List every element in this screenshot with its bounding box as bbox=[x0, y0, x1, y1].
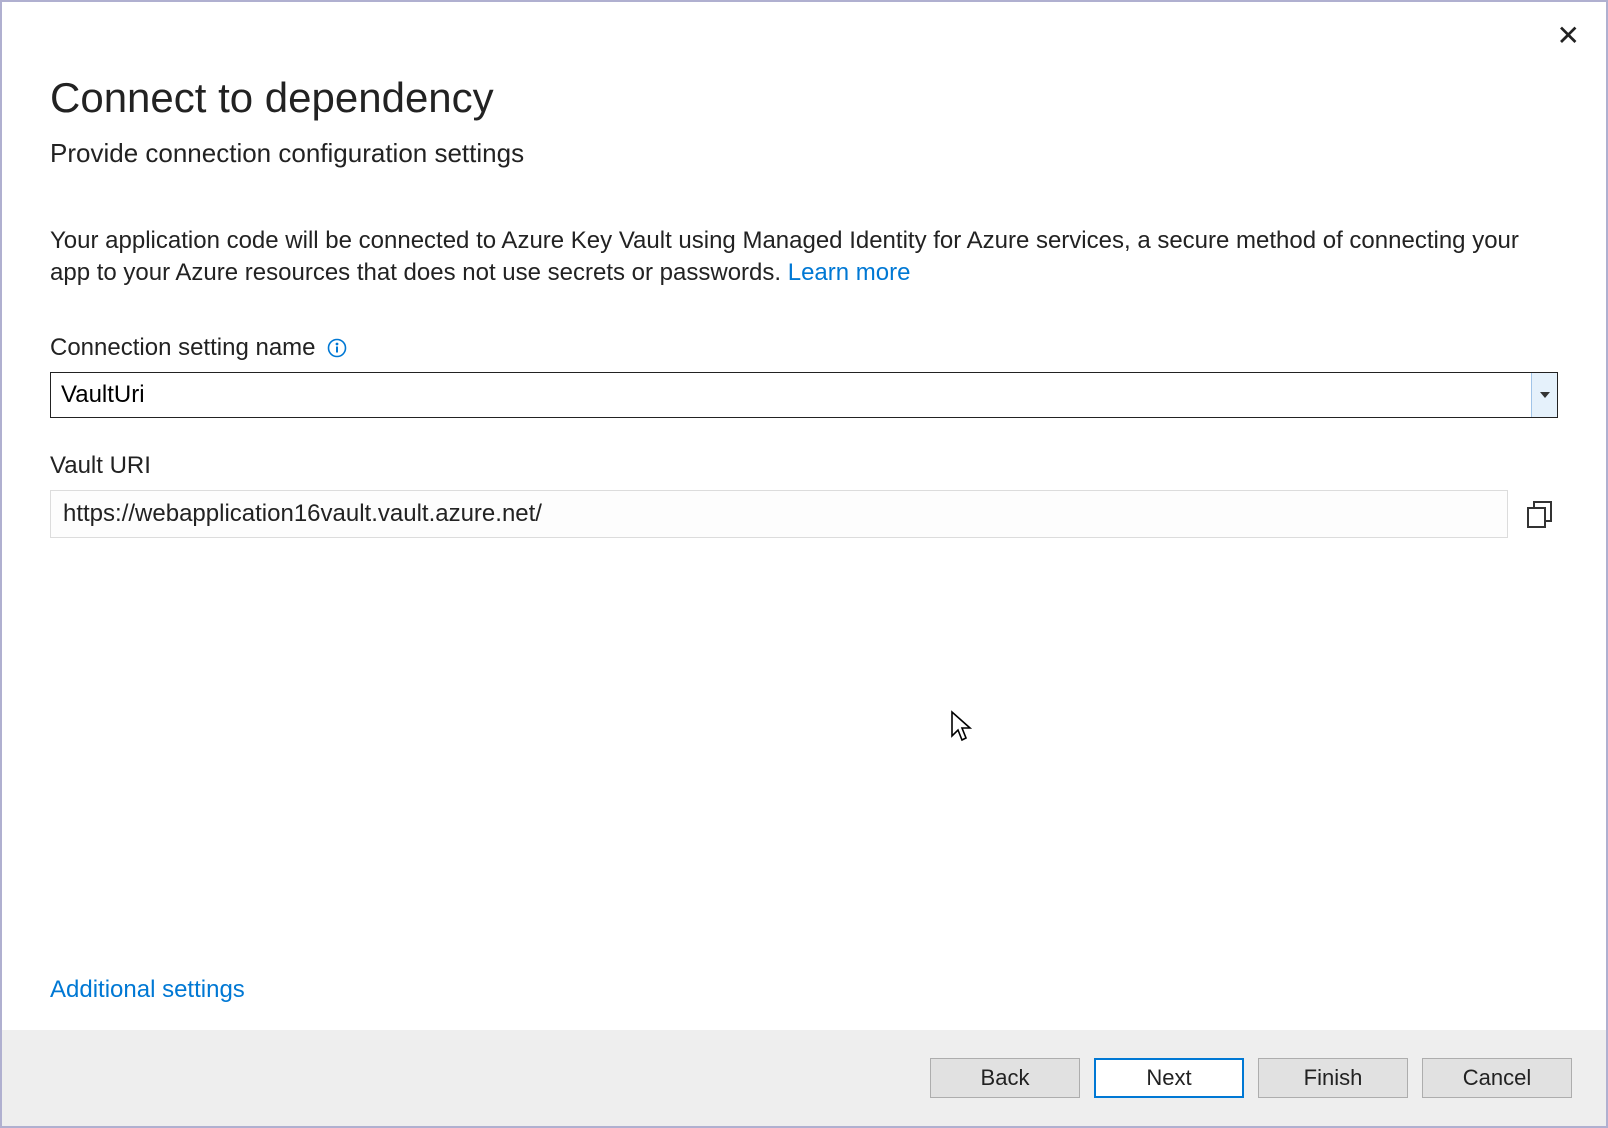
copy-button[interactable] bbox=[1522, 496, 1558, 532]
info-icon[interactable] bbox=[326, 337, 348, 359]
cancel-button[interactable]: Cancel bbox=[1422, 1058, 1572, 1098]
vault-uri-row: https://webapplication16vault.vault.azur… bbox=[50, 490, 1558, 538]
dialog-window: ✕ Connect to dependency Provide connecti… bbox=[0, 0, 1608, 1128]
dropdown-button[interactable] bbox=[1531, 373, 1557, 417]
connection-setting-combo[interactable] bbox=[50, 372, 1558, 418]
dialog-title: Connect to dependency bbox=[50, 74, 1558, 122]
connection-setting-input[interactable] bbox=[51, 373, 1531, 417]
footer-bar: Back Next Finish Cancel bbox=[2, 1030, 1606, 1126]
description-prefix: Your application code will be connected … bbox=[50, 227, 1519, 286]
chevron-down-icon bbox=[1540, 392, 1550, 398]
vault-uri-label-row: Vault URI bbox=[50, 452, 1558, 480]
description-text: Your application code will be connected … bbox=[50, 225, 1558, 290]
back-button[interactable]: Back bbox=[930, 1058, 1080, 1098]
copy-icon bbox=[1525, 499, 1555, 529]
close-button[interactable]: ✕ bbox=[1557, 22, 1580, 50]
vault-uri-label: Vault URI bbox=[50, 452, 151, 480]
dialog-subtitle: Provide connection configuration setting… bbox=[50, 138, 1558, 169]
finish-button[interactable]: Finish bbox=[1258, 1058, 1408, 1098]
vault-uri-value: https://webapplication16vault.vault.azur… bbox=[50, 490, 1508, 538]
next-button[interactable]: Next bbox=[1094, 1058, 1244, 1098]
connection-setting-label: Connection setting name bbox=[50, 334, 316, 362]
connection-label-row: Connection setting name bbox=[50, 334, 1558, 362]
learn-more-link[interactable]: Learn more bbox=[788, 259, 911, 286]
additional-settings-link[interactable]: Additional settings bbox=[50, 976, 1558, 1004]
content-area: Connect to dependency Provide connection… bbox=[2, 2, 1606, 1030]
